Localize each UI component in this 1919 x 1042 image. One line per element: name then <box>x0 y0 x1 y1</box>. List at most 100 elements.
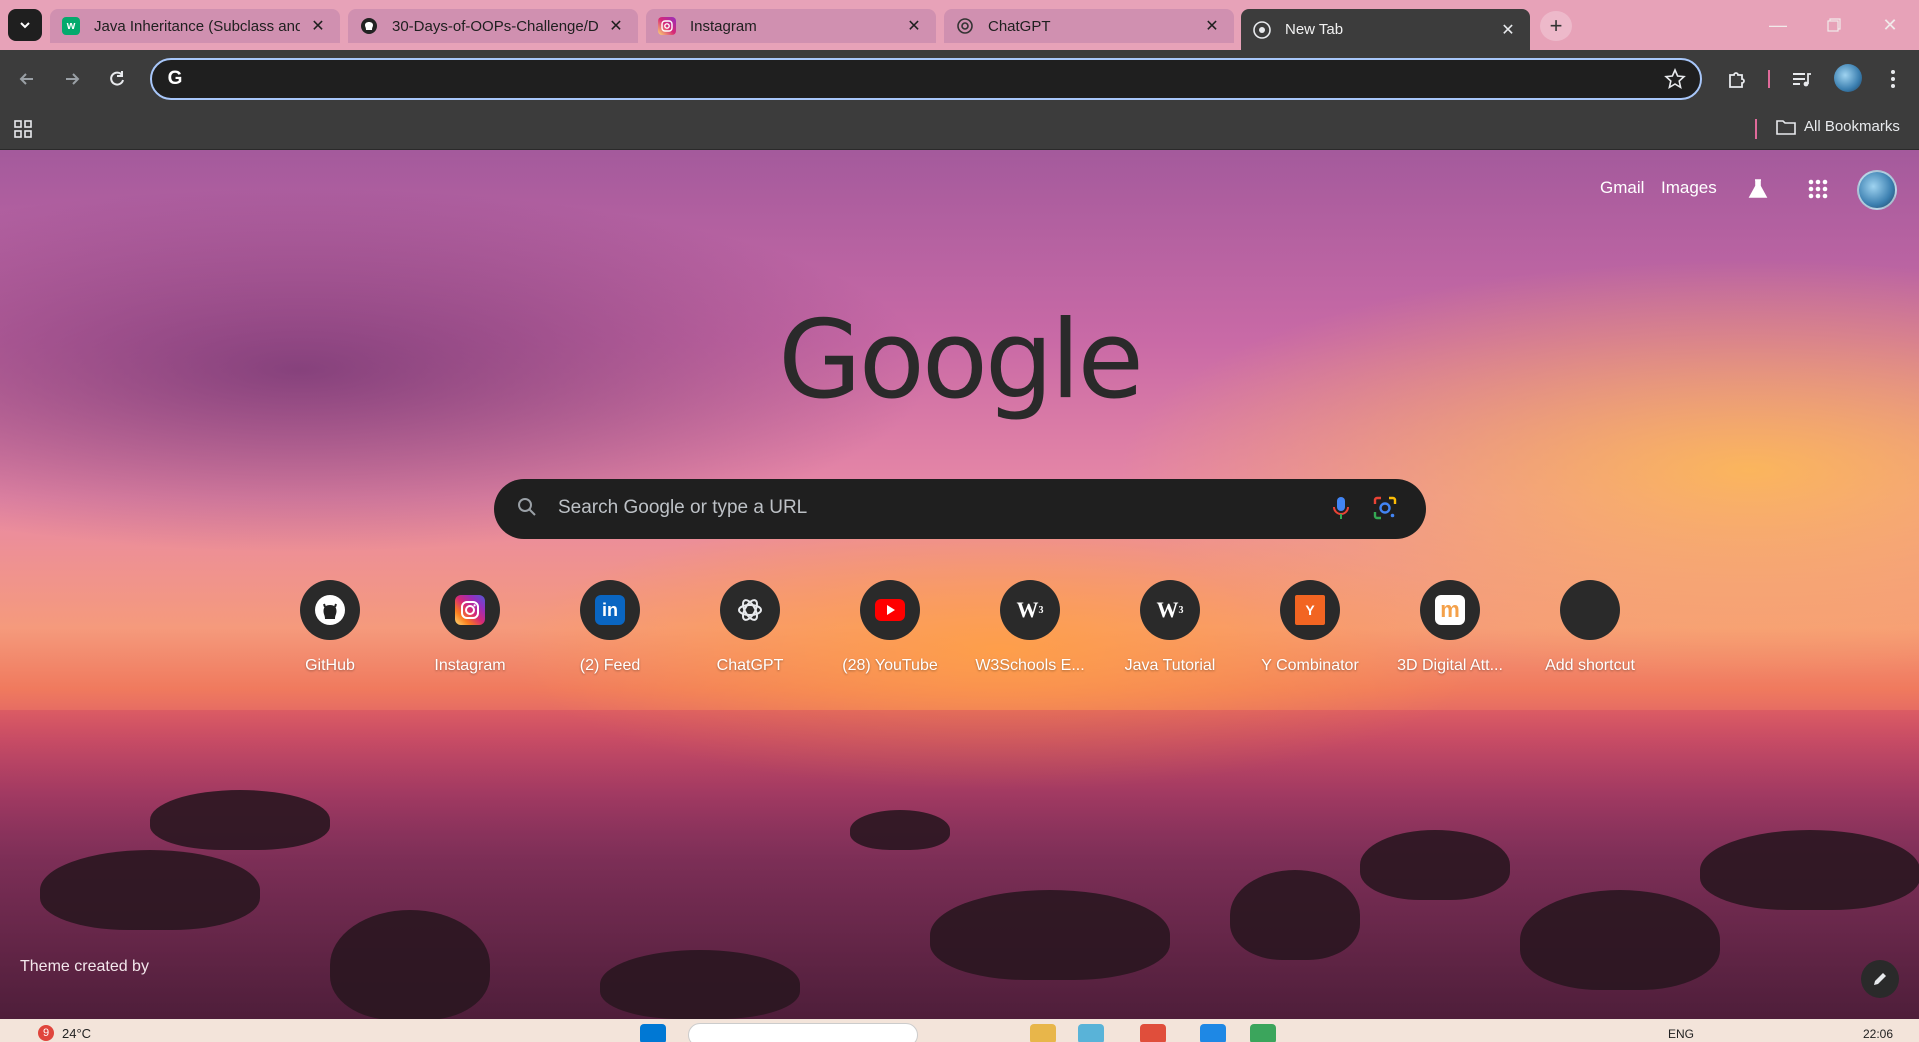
ntp-search-box[interactable]: Search Google or type a URL <box>494 479 1426 539</box>
shortcut-3d-digital[interactable]: m 3D Digital Att... <box>1394 580 1506 675</box>
profile-avatar[interactable] <box>1834 64 1862 92</box>
m-brand-icon: m <box>1435 595 1465 625</box>
account-avatar[interactable] <box>1857 170 1897 210</box>
shortcut-tile: m <box>1420 580 1480 640</box>
images-link[interactable]: Images <box>1661 178 1717 198</box>
extensions-button[interactable] <box>1724 66 1750 92</box>
input-language[interactable]: ENG <box>1668 1027 1694 1041</box>
menu-button[interactable] <box>1880 66 1906 92</box>
browser-toolbar: G <box>0 50 1919 108</box>
close-window-button[interactable]: ✕ <box>1862 0 1918 50</box>
address-input[interactable] <box>196 66 1636 92</box>
github-icon <box>360 17 378 35</box>
tab-java-inheritance[interactable]: w Java Inheritance (Subclass and Supercl… <box>50 9 340 43</box>
background-rock <box>330 910 490 1019</box>
youtube-icon <box>875 599 905 621</box>
shortcut-label: Instagram <box>434 657 506 674</box>
shortcut-label: Y Combinator <box>1261 657 1359 674</box>
forward-button[interactable] <box>57 64 87 94</box>
playlist-icon <box>1793 73 1811 87</box>
clock[interactable]: 22:06 <box>1863 1027 1893 1041</box>
temperature: 24°C <box>62 1025 92 1041</box>
file-explorer-icon[interactable] <box>1030 1024 1056 1042</box>
close-icon[interactable]: ✕ <box>1498 20 1518 40</box>
shortcut-w3schools[interactable]: W3 W3Schools E... <box>974 580 1086 675</box>
google-logo: Google <box>778 298 1144 423</box>
all-bookmarks-button[interactable]: All Bookmarks <box>1776 118 1900 135</box>
background-rock <box>600 950 800 1019</box>
arrow-right-icon <box>66 73 80 85</box>
shortcut-tile <box>300 580 360 640</box>
customize-chrome-button[interactable] <box>1861 960 1899 998</box>
chevron-down-icon <box>20 22 30 29</box>
close-icon[interactable]: ✕ <box>308 16 328 36</box>
labs-flask-icon[interactable] <box>1745 176 1771 202</box>
taskbar-search-box[interactable] <box>688 1023 918 1042</box>
add-icon <box>1590 610 1591 611</box>
background-rock <box>1360 830 1510 900</box>
puzzle-icon <box>1729 72 1745 88</box>
google-apps-icon[interactable] <box>1805 176 1831 202</box>
shortcut-tile: W3 <box>1140 580 1200 640</box>
tab-title: ChatGPT <box>988 17 1051 35</box>
shortcut-github[interactable]: GitHub <box>274 580 386 675</box>
address-bar[interactable]: G <box>150 58 1702 100</box>
w3schools-icon: W3 <box>1016 597 1044 622</box>
search-placeholder: Search Google or type a URL <box>558 497 808 518</box>
background-rock <box>150 790 330 850</box>
shortcut-instagram[interactable]: Instagram <box>414 580 526 675</box>
bookmark-star-icon[interactable] <box>1664 68 1686 90</box>
toolbar-divider <box>1768 70 1770 88</box>
shortcut-label: Add shortcut <box>1545 657 1635 674</box>
media-controls-button[interactable] <box>1788 66 1814 92</box>
weather-widget[interactable]: 9 24°C <box>38 1025 91 1041</box>
close-icon[interactable]: ✕ <box>606 16 626 36</box>
plus-icon: + <box>1549 13 1563 38</box>
close-icon[interactable]: ✕ <box>1202 16 1222 36</box>
shortcut-chatgpt[interactable]: ChatGPT <box>694 580 806 675</box>
os-taskbar: 9 24°C ENG 22:06 <box>0 1019 1919 1042</box>
shortcut-add[interactable]: Add shortcut <box>1534 580 1646 675</box>
tab-chatgpt[interactable]: ChatGPT ✕ <box>944 9 1234 43</box>
folder-icon <box>1776 119 1796 135</box>
w3schools-icon: w <box>62 17 80 35</box>
background-rock <box>930 890 1170 980</box>
tab-search-button[interactable] <box>8 9 42 41</box>
tab-new-tab[interactable]: New Tab ✕ <box>1241 9 1530 50</box>
tab-title: 30-Days-of-OOPs-Challenge/Day <box>392 17 598 35</box>
shortcut-tile <box>1560 580 1620 640</box>
back-button[interactable] <box>12 64 42 94</box>
microphone-icon[interactable] <box>1330 495 1352 521</box>
whatsapp-taskbar-icon[interactable] <box>1250 1024 1276 1042</box>
apps-grid-icon[interactable] <box>14 120 32 138</box>
edge-browser-icon[interactable] <box>1078 1024 1104 1042</box>
shortcut-y-combinator[interactable]: Y Y Combinator <box>1254 580 1366 675</box>
shortcut-tile: in <box>580 580 640 640</box>
vscode-taskbar-icon[interactable] <box>1200 1024 1226 1042</box>
github-icon <box>315 595 345 625</box>
tab-github-repo[interactable]: 30-Days-of-OOPs-Challenge/Day ✕ <box>348 9 638 43</box>
shortcut-youtube[interactable]: (28) YouTube <box>834 580 946 675</box>
shortcut-label: (2) Feed <box>579 657 641 674</box>
minimize-button[interactable]: — <box>1750 0 1806 50</box>
shortcut-label: 3D Digital Att... <box>1397 657 1503 674</box>
shortcut-tile: W3 <box>1000 580 1060 640</box>
reload-button[interactable] <box>102 64 132 94</box>
gmail-link[interactable]: Gmail <box>1600 178 1644 198</box>
pencil-icon <box>1874 973 1886 985</box>
chrome-taskbar-icon[interactable] <box>1140 1024 1166 1042</box>
shortcut-tile <box>720 580 780 640</box>
chatgpt-icon <box>738 599 762 621</box>
google-g-icon: G <box>167 68 183 89</box>
restore-button[interactable] <box>1806 0 1862 50</box>
shortcut-linkedin-feed[interactable]: in (2) Feed <box>554 580 666 675</box>
background-rock <box>1520 890 1720 990</box>
close-icon[interactable]: ✕ <box>904 16 924 36</box>
windows-start-icon[interactable] <box>640 1024 666 1042</box>
restore-icon <box>1827 18 1841 32</box>
tab-instagram[interactable]: Instagram ✕ <box>646 9 936 43</box>
new-tab-button[interactable]: + <box>1540 11 1572 41</box>
google-lens-icon[interactable] <box>1372 495 1398 521</box>
chrome-icon <box>1253 20 1271 39</box>
shortcut-java-tutorial[interactable]: W3 Java Tutorial <box>1114 580 1226 675</box>
